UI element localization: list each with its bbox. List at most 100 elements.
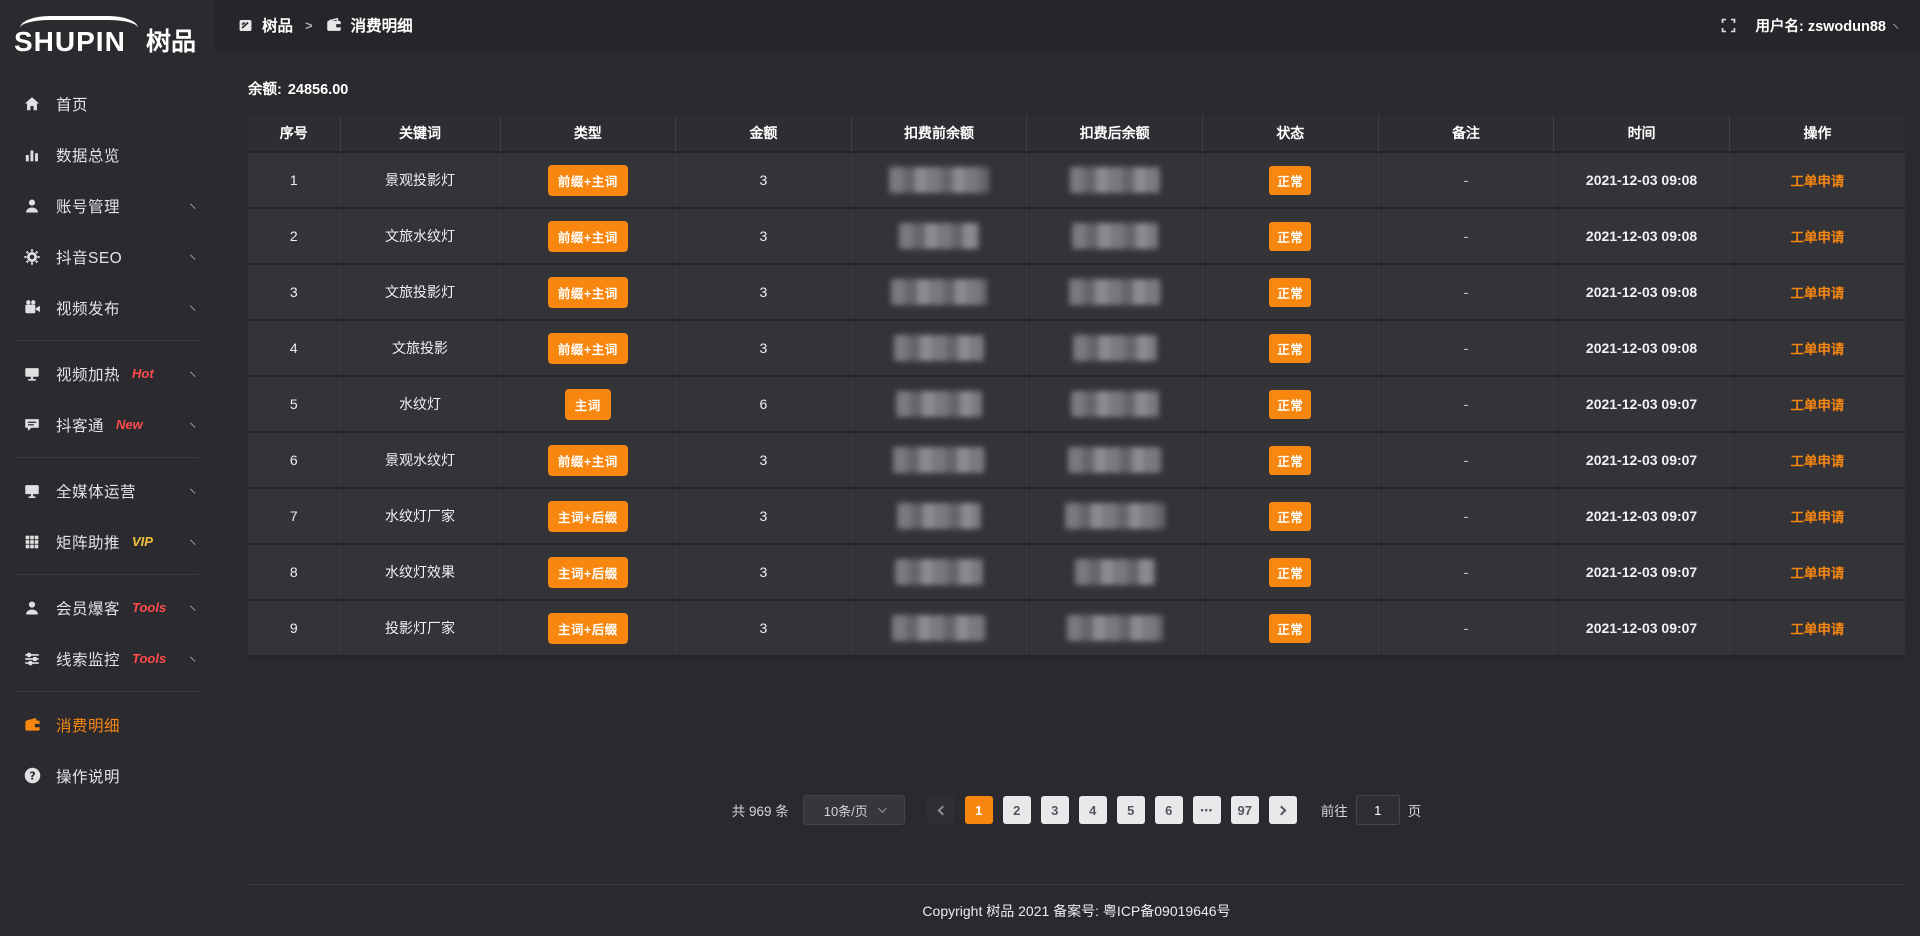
ticket-apply-link[interactable]: 工单申请 <box>1790 286 1844 301</box>
cell-type: 前缀+主词 <box>500 264 676 320</box>
cell-type: 前缀+主词 <box>500 320 676 376</box>
sidebar-item-video-heat[interactable]: 视频加热Hot <box>0 348 215 399</box>
cell-amount: 3 <box>676 600 852 656</box>
cell-index: 7 <box>248 488 340 544</box>
sidebar-item-matrix-boost[interactable]: 矩阵助推 VIP <box>0 516 215 567</box>
cell-action: 工单申请 <box>1729 432 1905 488</box>
ticket-apply-link[interactable]: 工单申请 <box>1790 342 1844 357</box>
ticket-apply-link[interactable]: 工单申请 <box>1790 398 1844 413</box>
cell-keyword: 文旅投影灯 <box>340 264 500 320</box>
pagination-page-2[interactable]: 2 <box>1003 796 1031 824</box>
status-badge: 正常 <box>1269 614 1311 643</box>
cell-action: 工单申请 <box>1729 208 1905 264</box>
footer: Copyright 树品 2021 备案号: 粤ICP备09019646号 <box>248 884 1905 936</box>
cell-time: 2021-12-03 09:08 <box>1554 152 1730 208</box>
cell-remark: - <box>1378 432 1554 488</box>
pagination-prev-button[interactable] <box>927 796 955 824</box>
chevron-down-icon <box>190 301 200 311</box>
pagination-ellipsis[interactable]: ••• <box>1193 796 1221 824</box>
cell-index: 4 <box>248 320 340 376</box>
sidebar-item-douyin-seo[interactable]: 抖音SEO <box>0 231 215 282</box>
masked-balance <box>1069 279 1161 305</box>
sidebar-divider <box>16 340 199 341</box>
sidebar-item-member-burst[interactable]: 会员爆客Tools <box>0 582 215 633</box>
sidebar-divider <box>16 574 199 575</box>
cell-amount: 3 <box>676 152 852 208</box>
breadcrumb-item-consumption-detail[interactable]: 消费明细 <box>351 14 413 36</box>
cell-amount: 3 <box>676 488 852 544</box>
sidebar-item-operation-guide[interactable]: ?操作说明 <box>0 750 215 801</box>
sidebar-nav: 首页数据总览账号管理抖音SEO视频发布视频加热Hot抖客通New全媒体运营矩阵助… <box>0 70 215 801</box>
chevron-down-icon <box>190 484 200 494</box>
ticket-apply-link[interactable]: 工单申请 <box>1790 622 1844 637</box>
cell-time: 2021-12-03 09:07 <box>1554 488 1730 544</box>
sidebar-item-label: 会员爆客 <box>56 597 120 619</box>
remark-text: - <box>1464 564 1469 580</box>
pagination-page-97[interactable]: 97 <box>1231 796 1259 824</box>
sidebar-divider <box>16 691 199 692</box>
cell-keyword: 水纹灯效果 <box>340 544 500 600</box>
ticket-apply-link[interactable]: 工单申请 <box>1790 510 1844 525</box>
breadcrumb: 树品 > 消费明细 <box>237 14 413 36</box>
username-label: 用户名: zswodun88 <box>1755 15 1886 36</box>
ticket-apply-link[interactable]: 工单申请 <box>1790 174 1844 189</box>
cell-time: 2021-12-03 09:08 <box>1554 320 1730 376</box>
sidebar-item-clue-monitor[interactable]: 线索监控Tools <box>0 633 215 684</box>
cell-amount: 6 <box>676 376 852 432</box>
grid-icon <box>22 532 42 552</box>
sidebar-item-video-publish[interactable]: 视频发布 <box>0 282 215 333</box>
goto-page-input[interactable] <box>1356 795 1400 825</box>
user-menu[interactable]: 用户名: zswodun88 <box>1755 15 1900 36</box>
sidebar-item-data-overview[interactable]: 数据总览 <box>0 129 215 180</box>
cell-balance-before <box>851 488 1027 544</box>
cell-action: 工单申请 <box>1729 152 1905 208</box>
column-header: 金额 <box>676 115 852 152</box>
sidebar-item-account-management[interactable]: 账号管理 <box>0 180 215 231</box>
video-icon <box>22 298 42 318</box>
cell-remark: - <box>1378 488 1554 544</box>
ticket-apply-link[interactable]: 工单申请 <box>1790 454 1844 469</box>
page-size-select[interactable]: 10条/页 <box>803 795 905 825</box>
sidebar-item-label: 矩阵助推 <box>56 531 120 553</box>
chevron-down-icon <box>878 804 886 812</box>
pagination-page-5[interactable]: 5 <box>1117 796 1145 824</box>
pagination-page-1[interactable]: 1 <box>965 796 993 824</box>
sidebar-item-home[interactable]: 首页 <box>0 78 215 129</box>
masked-balance <box>899 223 979 249</box>
status-badge: 正常 <box>1269 446 1311 475</box>
cell-balance-before <box>851 432 1027 488</box>
fullscreen-icon[interactable] <box>1720 17 1737 34</box>
balance-value: 24856.00 <box>288 82 348 98</box>
cell-index: 3 <box>248 264 340 320</box>
type-badge: 前缀+主词 <box>548 445 628 476</box>
chart-icon <box>22 145 42 165</box>
gear-icon <box>22 247 42 267</box>
pagination-next-button[interactable] <box>1269 796 1297 824</box>
cell-balance-after <box>1027 264 1203 320</box>
pagination-page-6[interactable]: 6 <box>1155 796 1183 824</box>
remark-text: - <box>1464 284 1469 300</box>
cell-balance-before <box>851 320 1027 376</box>
panel-icon <box>237 17 254 34</box>
sidebar-item-tag: VIP <box>132 534 153 549</box>
ticket-apply-link[interactable]: 工单申请 <box>1790 230 1844 245</box>
pagination-page-3[interactable]: 3 <box>1041 796 1069 824</box>
cell-time: 2021-12-03 09:07 <box>1554 376 1730 432</box>
cell-balance-after <box>1027 208 1203 264</box>
cell-index: 2 <box>248 208 340 264</box>
sidebar-item-media-operation[interactable]: 全媒体运营 <box>0 465 215 516</box>
ticket-apply-link[interactable]: 工单申请 <box>1790 566 1844 581</box>
column-header: 备注 <box>1378 115 1554 152</box>
pagination-goto: 前往 页 <box>1321 795 1422 825</box>
cell-action: 工单申请 <box>1729 376 1905 432</box>
chevron-down-icon <box>190 652 200 662</box>
cell-index: 8 <box>248 544 340 600</box>
masked-balance <box>893 447 985 473</box>
sidebar-item-douketong[interactable]: 抖客通New <box>0 399 215 450</box>
balance-label: 余额: <box>248 82 282 98</box>
cell-time: 2021-12-03 09:07 <box>1554 600 1730 656</box>
remark-text: - <box>1464 396 1469 412</box>
sidebar-item-consumption-detail[interactable]: 消费明细 <box>0 699 215 750</box>
pagination-page-4[interactable]: 4 <box>1079 796 1107 824</box>
breadcrumb-item-shupin[interactable]: 树品 <box>262 14 293 36</box>
